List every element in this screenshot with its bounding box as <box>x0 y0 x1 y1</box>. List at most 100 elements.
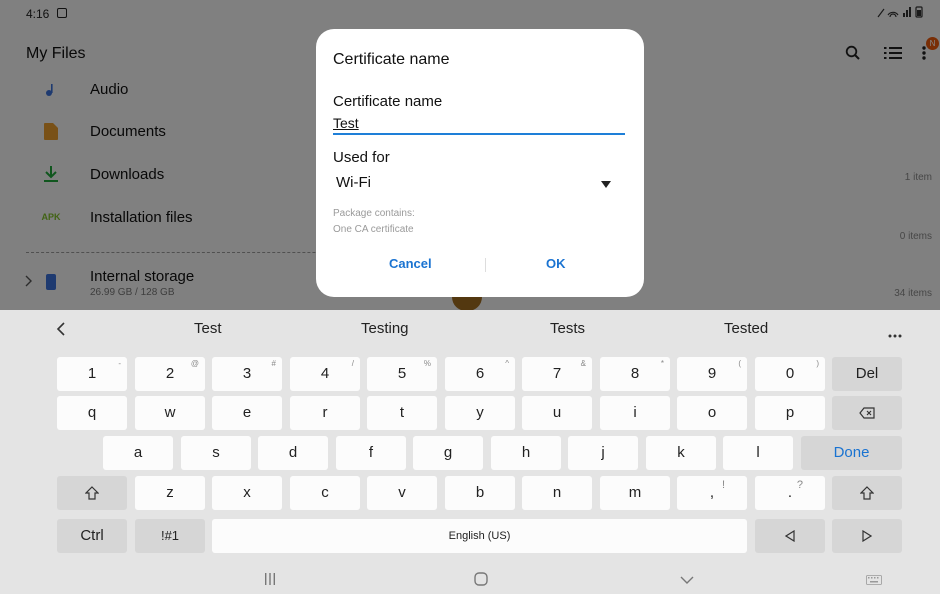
key-secondary: ? <box>796 479 803 491</box>
key-char: 7 <box>552 365 562 382</box>
key-v[interactable]: v <box>367 476 437 510</box>
suggestion-item[interactable]: Testing <box>361 320 409 337</box>
key-4[interactable]: 4/ <box>290 357 360 391</box>
back-icon[interactable] <box>680 572 694 588</box>
key-secondary: # <box>271 359 276 368</box>
suggestion-item[interactable]: Test <box>194 320 222 337</box>
key-w[interactable]: w <box>135 396 205 430</box>
dialog-title: Certificate name <box>333 51 450 68</box>
key-y[interactable]: y <box>445 396 515 430</box>
key-secondary: - <box>118 359 121 368</box>
certificate-name-label: Certificate name <box>333 93 443 110</box>
recent-apps-icon[interactable] <box>264 572 276 588</box>
key-t[interactable]: t <box>367 396 437 430</box>
key-8[interactable]: 8 * <box>600 357 670 391</box>
key-b[interactable]: b <box>445 476 515 510</box>
key-u[interactable]: u <box>522 396 592 430</box>
button-divider <box>485 258 486 272</box>
key-x[interactable]: x <box>212 476 282 510</box>
key-3[interactable]: 3 # <box>212 357 282 391</box>
key-secondary: % <box>423 359 431 368</box>
cursor-right-key[interactable] <box>832 519 902 553</box>
ctrl-key[interactable]: Ctrl <box>57 519 127 553</box>
triangle-left-icon <box>784 529 795 543</box>
key-2[interactable]: 2 @ <box>135 357 205 391</box>
key-char: 5 <box>397 365 407 382</box>
key-e[interactable]: e <box>212 396 282 430</box>
key-secondary: * <box>660 359 664 368</box>
key-f[interactable]: f <box>336 436 406 470</box>
key-h[interactable]: h <box>491 436 561 470</box>
certificate-name-input[interactable] <box>333 113 625 135</box>
key-char: 9 <box>707 365 717 382</box>
shift-key-right[interactable] <box>832 476 902 510</box>
symbols-key[interactable]: !#1 <box>135 519 205 553</box>
package-info-line: One CA certificate <box>333 224 414 235</box>
key-l[interactable]: l <box>723 436 793 470</box>
key-secondary: ^ <box>505 359 509 368</box>
key-char: 1 <box>87 365 97 382</box>
key-9[interactable]: 9( <box>677 357 747 391</box>
package-info-line: Package contains: <box>333 208 415 219</box>
key-k[interactable]: k <box>646 436 716 470</box>
key-secondary: ! <box>721 479 725 491</box>
key-char: , <box>709 484 715 501</box>
cancel-button[interactable]: Cancel <box>389 256 432 271</box>
space-key[interactable]: English (US) <box>212 519 747 553</box>
key-comma[interactable]: ,! <box>677 476 747 510</box>
key-1[interactable]: 1- <box>57 357 127 391</box>
key-p[interactable]: p <box>755 396 825 430</box>
used-for-label: Used for <box>333 149 390 166</box>
key-7[interactable]: 7 & <box>522 357 592 391</box>
key-secondary: / <box>351 359 354 368</box>
shift-key[interactable] <box>57 476 127 510</box>
key-secondary: ( <box>738 359 741 368</box>
more-suggestions-icon[interactable] <box>888 325 902 343</box>
suggestion-bar: Test Testing Tests Tested <box>0 310 940 348</box>
key-r[interactable]: r <box>290 396 360 430</box>
key-secondary: & <box>580 359 586 368</box>
key-secondary: ) <box>816 359 819 368</box>
triangle-right-icon <box>862 529 873 543</box>
key-s[interactable]: s <box>181 436 251 470</box>
key-char: 2 <box>165 365 175 382</box>
key-5[interactable]: 5% <box>367 357 437 391</box>
home-icon[interactable] <box>474 572 488 589</box>
key-a[interactable]: a <box>103 436 173 470</box>
chevron-left-icon[interactable] <box>56 322 66 341</box>
certificate-name-dialog: Certificate name Certificate name Used f… <box>316 29 644 297</box>
key-period[interactable]: .? <box>755 476 825 510</box>
key-j[interactable]: j <box>568 436 638 470</box>
package-info: Package contains: One CA certificate <box>333 206 415 238</box>
ok-button[interactable]: OK <box>546 256 566 271</box>
backspace-icon <box>859 407 875 419</box>
key-char: 0 <box>785 365 795 382</box>
key-secondary: @ <box>190 359 199 368</box>
key-g[interactable]: g <box>413 436 483 470</box>
on-screen-keyboard: 1- 2 @ 3 # 4/ 5% 6 ^ 7 & 8 * 9( 0) Del q w e … <box>0 348 940 568</box>
key-char: 3 <box>242 365 252 382</box>
key-0[interactable]: 0) <box>755 357 825 391</box>
key-o[interactable]: o <box>677 396 747 430</box>
done-key[interactable]: Done <box>801 436 902 470</box>
backspace-key[interactable] <box>832 396 902 430</box>
key-i[interactable]: i <box>600 396 670 430</box>
key-d[interactable]: d <box>258 436 328 470</box>
key-char: . <box>787 484 793 501</box>
delete-key[interactable]: Del <box>832 357 902 391</box>
key-n[interactable]: n <box>522 476 592 510</box>
key-6[interactable]: 6 ^ <box>445 357 515 391</box>
used-for-dropdown[interactable]: Wi-Fi <box>333 173 625 197</box>
keyboard-icon[interactable] <box>866 572 882 588</box>
key-char: 4 <box>320 365 330 382</box>
key-z[interactable]: z <box>135 476 205 510</box>
key-m[interactable]: m <box>600 476 670 510</box>
cursor-left-key[interactable] <box>755 519 825 553</box>
dropdown-arrow-icon <box>601 181 611 188</box>
suggestion-item[interactable]: Tested <box>724 320 768 337</box>
key-q[interactable]: q <box>57 396 127 430</box>
key-c[interactable]: c <box>290 476 360 510</box>
shift-icon <box>84 486 100 500</box>
suggestion-item[interactable]: Tests <box>550 320 585 337</box>
navigation-bar <box>0 568 940 594</box>
